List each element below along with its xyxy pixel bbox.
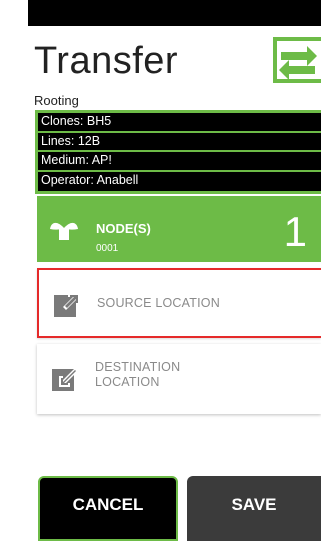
source-location-label: SOURCE LOCATION xyxy=(97,296,220,310)
destination-location-button[interactable]: DESTINATION LOCATION xyxy=(37,344,321,414)
source-location-button[interactable]: SOURCE LOCATION xyxy=(37,268,321,338)
info-lines: Lines: 12B xyxy=(38,133,321,152)
export-arrow-icon xyxy=(53,290,81,318)
info-medium: Medium: AP! xyxy=(38,152,321,172)
save-button[interactable]: SAVE xyxy=(187,476,321,541)
page-subtitle: Rooting xyxy=(34,93,79,108)
nodes-card[interactable]: NODE(S) 0001 1 xyxy=(37,196,321,262)
page-title: Transfer xyxy=(34,40,179,82)
transfer-arrows-icon[interactable] xyxy=(273,37,321,83)
info-clones: Clones: BH5 xyxy=(38,113,321,133)
plant-sprout-icon xyxy=(49,218,79,240)
node-id: 0001 xyxy=(96,243,119,254)
info-operator: Operator: Anabell xyxy=(41,172,139,187)
info-panel: Clones: BH5 Lines: 12B Medium: AP! Opera… xyxy=(35,110,321,194)
status-bar xyxy=(28,0,321,26)
nodes-label: NODE(S) xyxy=(96,221,151,236)
cancel-button[interactable]: CANCEL xyxy=(38,476,178,541)
node-count: 1 xyxy=(283,208,307,255)
import-arrow-icon xyxy=(51,364,79,392)
destination-location-label: DESTINATION LOCATION xyxy=(95,360,180,390)
destination-label-line2: LOCATION xyxy=(95,375,160,389)
destination-label-line1: DESTINATION xyxy=(95,360,181,374)
